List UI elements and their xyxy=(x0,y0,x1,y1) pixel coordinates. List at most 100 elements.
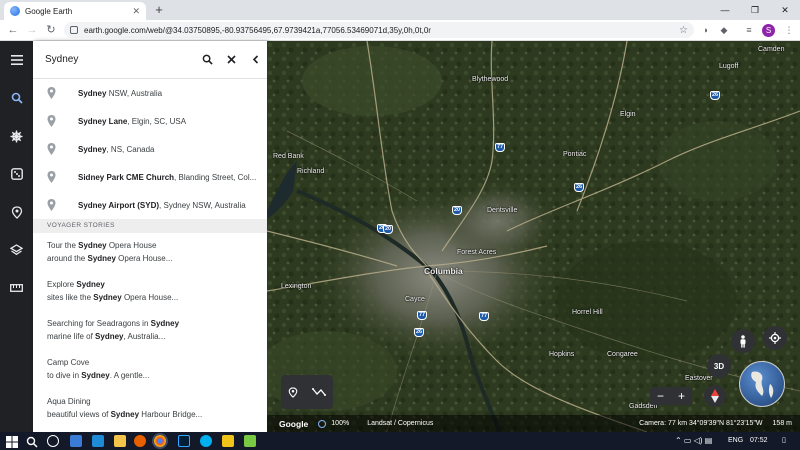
place-label[interactable]: Congaree xyxy=(607,351,638,358)
search-result-item[interactable]: Sydney Lane, Elgin, SC, USA xyxy=(33,107,267,135)
extension-drop-icon[interactable]: ◆ xyxy=(718,24,730,36)
maximize-button[interactable]: ❐ xyxy=(740,0,770,20)
add-placemark-button[interactable] xyxy=(288,386,298,399)
language-indicator[interactable]: ENG xyxy=(728,432,743,450)
browser-menu-icon[interactable]: ⋮ xyxy=(783,24,795,36)
place-label[interactable]: Dentsville xyxy=(487,207,517,214)
measure-button[interactable] xyxy=(0,269,33,307)
tab-close-button[interactable]: ✕ xyxy=(132,6,140,17)
photoshop-icon[interactable] xyxy=(178,435,190,447)
place-label[interactable]: Elgin xyxy=(620,111,636,118)
load-percent: 100% xyxy=(331,420,350,427)
windows-start-button[interactable] xyxy=(6,435,18,448)
close-window-button[interactable]: ✕ xyxy=(770,0,800,20)
draw-line-button[interactable] xyxy=(312,387,326,397)
place-label[interactable]: Horrel Hill xyxy=(572,309,603,316)
search-result-item[interactable]: Sydney Airport (SYD), Sydney NSW, Austra… xyxy=(33,191,267,219)
menu-button[interactable] xyxy=(0,41,33,79)
place-label[interactable]: Cayce xyxy=(405,296,425,303)
tray-icons[interactable]: ⌃ ▭ ◁) ▤ xyxy=(675,432,712,450)
search-result-item[interactable]: Sydney NSW, Australia xyxy=(33,79,267,107)
chevron-left-icon xyxy=(252,55,258,64)
extension-shield-icon[interactable]: ◗ xyxy=(700,24,712,36)
system-clock[interactable]: 07:52 xyxy=(750,432,768,450)
hamburger-icon xyxy=(10,55,23,65)
new-tab-button[interactable]: + xyxy=(151,2,167,18)
place-label[interactable]: Red Bank xyxy=(273,153,304,160)
earth-map-view[interactable]: Blythewood Lugoff Camden Elgin Pontiac Richla… xyxy=(267,41,800,432)
story-title: Explore Sydney xyxy=(47,280,105,289)
tab-title: Google Earth xyxy=(25,6,73,16)
address-bar[interactable]: earth.google.com/web/@34.03750895,-80.93… xyxy=(64,22,694,38)
voyager-stories-list: Tour the Sydney Opera House around the Sy… xyxy=(33,233,267,428)
imagery-attribution[interactable]: Landsat / Copernicus xyxy=(367,420,433,427)
reload-button[interactable]: ↻ xyxy=(44,23,58,37)
app-icon-1[interactable] xyxy=(70,435,82,447)
collapse-panel-button[interactable] xyxy=(243,48,267,72)
place-label[interactable]: Columbia xyxy=(424,266,463,276)
voyager-button[interactable] xyxy=(0,117,33,155)
voyager-story-item[interactable]: Explore Sydney sites like the Sydney Oper… xyxy=(33,272,267,311)
cortana-icon[interactable] xyxy=(47,435,59,447)
notifications-icon[interactable]: ▯ xyxy=(782,432,786,450)
camera-info: Camera: 77 km 34°09'39"N 81°23'15"W xyxy=(639,420,763,427)
my-location-button[interactable] xyxy=(763,326,787,350)
search-submit-button[interactable] xyxy=(195,48,219,72)
sticky-notes-icon[interactable] xyxy=(222,435,234,447)
place-label[interactable]: Lugoff xyxy=(719,63,738,70)
toggle-3d-button[interactable]: 3D xyxy=(707,354,731,378)
search-icon xyxy=(202,54,213,65)
firefox-icon[interactable] xyxy=(134,435,146,447)
app-icon-3[interactable] xyxy=(244,435,256,447)
place-label[interactable]: Camden xyxy=(758,46,784,53)
projects-button[interactable] xyxy=(0,193,33,231)
compass-button[interactable] xyxy=(704,385,726,407)
windows-taskbar: ⌃ ▭ ◁) ▤ ENG 07:52 ▯ xyxy=(0,432,800,450)
app-icon-2[interactable] xyxy=(92,435,104,447)
loading-globe-icon xyxy=(318,419,327,428)
crosshair-icon xyxy=(769,332,781,344)
place-label[interactable]: Eastover xyxy=(685,375,713,382)
voyager-story-item[interactable]: Camp Cove to dive in Sydney. A gentle... xyxy=(33,350,267,389)
bookmark-star-icon[interactable]: ☆ xyxy=(679,25,688,36)
search-input[interactable] xyxy=(45,54,195,65)
place-label[interactable]: Richland xyxy=(297,168,324,175)
zoom-in-button[interactable]: + xyxy=(671,387,692,405)
result-name: Sydney xyxy=(78,88,107,98)
map-style-button[interactable] xyxy=(0,231,33,269)
search-rail-button[interactable] xyxy=(0,79,33,117)
minimize-button[interactable]: — xyxy=(710,0,740,20)
feeling-lucky-button[interactable] xyxy=(0,155,33,193)
search-result-item[interactable]: Sydney, NS, Canada xyxy=(33,135,267,163)
file-explorer-icon[interactable] xyxy=(114,435,126,447)
compass-icon xyxy=(711,389,719,403)
voyager-story-item[interactable]: Tour the Sydney Opera House around the Sy… xyxy=(33,233,267,272)
back-button[interactable]: ← xyxy=(6,23,20,37)
url-text: earth.google.com/web/@34.03750895,-80.93… xyxy=(84,25,431,35)
chrome-icon[interactable] xyxy=(154,435,166,447)
forward-button[interactable]: → xyxy=(25,23,39,37)
place-label[interactable]: Pontiac xyxy=(563,151,586,158)
story-title: Camp Cove xyxy=(47,358,90,367)
zoom-out-button[interactable]: − xyxy=(650,387,671,405)
search-result-item[interactable]: Sidney Park CME Church, Blanding Street,… xyxy=(33,163,267,191)
location-pin-icon xyxy=(47,171,56,183)
clear-search-button[interactable] xyxy=(219,48,243,72)
taskbar-search-button[interactable] xyxy=(26,435,38,448)
mini-globe-button[interactable] xyxy=(739,361,785,407)
voyager-story-item[interactable]: Aqua Dining beautiful views of Sydney Har… xyxy=(33,389,267,428)
media-control-icon[interactable]: ≡ xyxy=(743,24,755,36)
skype-icon[interactable] xyxy=(200,435,212,447)
place-label[interactable]: Hopkins xyxy=(549,351,574,358)
place-label[interactable]: Blythewood xyxy=(472,76,508,83)
voyager-story-item[interactable]: Searching for Seadragons in Sydney marine… xyxy=(33,311,267,350)
voyager-wheel-icon xyxy=(10,130,23,142)
tab-google-earth[interactable]: Google Earth ✕ xyxy=(4,2,146,20)
profile-avatar[interactable]: S xyxy=(762,24,775,37)
story-title: Searching for Seadragons in Sydney xyxy=(47,319,180,328)
place-label[interactable]: Lexington xyxy=(281,283,311,290)
street-view-button[interactable] xyxy=(731,329,755,353)
story-title: Aqua Dining xyxy=(47,397,91,406)
result-name: Sydney xyxy=(78,144,107,154)
place-label[interactable]: Forest Acres xyxy=(457,249,496,256)
